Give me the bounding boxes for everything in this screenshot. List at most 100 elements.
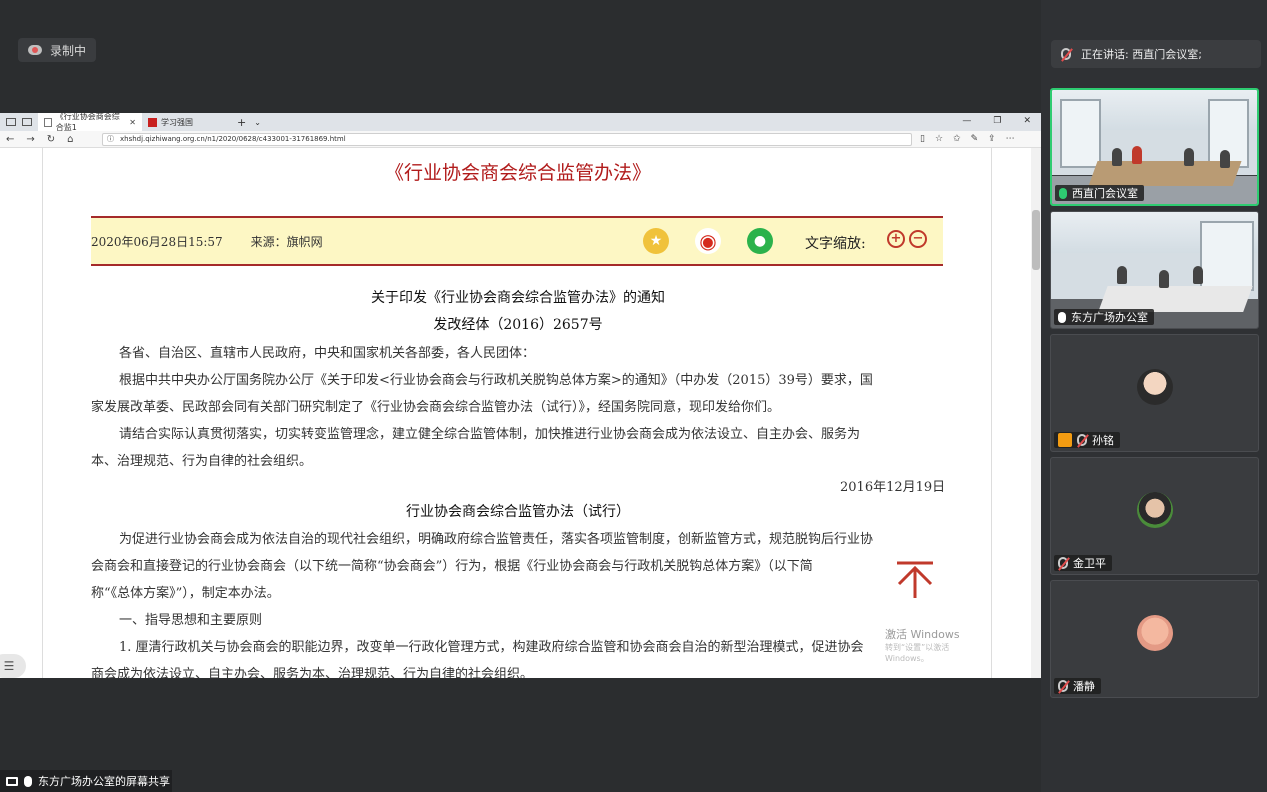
mic-muted-icon xyxy=(1058,680,1068,692)
address-bar: ← → ↻ ⌂ ⓘ xhshdj.qizhiwang.org.cn/n1/202… xyxy=(0,131,1041,148)
xuexi-favicon-icon xyxy=(148,117,157,127)
tab-preview-icon[interactable] xyxy=(22,118,32,126)
sign-date: 2016年12月19日 xyxy=(840,480,946,495)
mic-icon xyxy=(1058,311,1066,323)
reading-view-icon[interactable]: ▯ xyxy=(920,134,925,144)
zoom-out-icon[interactable]: − xyxy=(909,230,927,248)
speaking-indicator: 正在讲话: 西直门会议室; xyxy=(1051,40,1261,68)
favorite-star-icon[interactable]: ★ xyxy=(643,228,669,254)
tab-xuexi[interactable]: 学习强国 xyxy=(142,113,199,131)
paragraph-3b: 本、治理规范、行为自律的社会组织。 xyxy=(91,454,313,469)
tab-bar: 《行业协会商会综合监1 ✕ 学习强国 + ⌄ — ❐ ✕ xyxy=(0,113,1041,132)
participant-name: 东方广场办公室 xyxy=(1071,311,1148,324)
maximize-icon[interactable]: ❐ xyxy=(993,116,1001,126)
recording-label: 录制中 xyxy=(50,43,87,58)
chevron-down-icon[interactable]: ⌄ xyxy=(254,118,261,127)
paragraph-5a: 1. 厘清行政机关与协会商会的职能边界，改变单一行政化管理方式，构建政府综合监管… xyxy=(119,640,864,655)
participant-tile-jinweiping[interactable]: 金卫平 xyxy=(1050,457,1259,575)
browser-tools: ▯ ☆ ✩ ✎ ⇪ ⋯ xyxy=(920,134,1015,144)
participant-panel: 正在讲话: 西直门会议室; 西直门会议室 东方广场办公室 孙铭 金卫平 潘静 xyxy=(1041,0,1267,792)
tab-label: 学习强国 xyxy=(161,117,193,127)
paragraph-4b: 会商会和直接登记的行业协会商会（以下统一简称“协会商会”）行为，根据《行业协会商… xyxy=(91,559,813,574)
home-icon[interactable]: ⌂ xyxy=(67,134,73,145)
new-tab-icon[interactable]: + xyxy=(237,116,246,129)
screen-share-label: 东方广场办公室的屏幕共享 xyxy=(0,770,172,792)
close-tab-icon[interactable]: ✕ xyxy=(129,118,136,127)
notice-number: 发改经体（2016）2657号 xyxy=(433,317,603,333)
paragraph-4a: 为促进行业协会商会成为依法自治的现代社会组织，明确政府综合监管责任，落实各项监管… xyxy=(119,532,874,547)
favorite-star-icon[interactable]: ☆ xyxy=(935,134,943,144)
participant-name: 西直门会议室 xyxy=(1072,187,1138,200)
tab-actions-icon[interactable] xyxy=(6,118,16,126)
back-icon[interactable]: ← xyxy=(6,134,14,145)
shared-browser: 《行业协会商会综合监1 ✕ 学习强国 + ⌄ — ❐ ✕ ← → ↻ ⌂ ⓘ x… xyxy=(0,113,1041,678)
avatar xyxy=(1137,492,1173,528)
article-source: 来源：旗帜网 xyxy=(250,234,323,249)
article-paper: 《行业协会商会综合监管办法》 2020年06月28日15:57 来源：旗帜网 ★… xyxy=(42,148,992,678)
paragraph-5b: 商会成为依法设立、自主办会、服务为本、治理规范、行为自律的社会组织。 xyxy=(91,667,534,678)
share-icon[interactable]: ⇪ xyxy=(988,134,996,144)
avatar xyxy=(1137,369,1173,405)
cloud-record-icon xyxy=(28,45,42,55)
scroll-thumb[interactable] xyxy=(1032,210,1040,270)
publish-date: 2020年06月28日15:57 xyxy=(91,234,223,249)
forward-icon[interactable]: → xyxy=(26,134,34,145)
window-controls: — ❐ ✕ xyxy=(962,116,1031,126)
participant-label: 潘静 xyxy=(1054,678,1101,694)
measure-title: 行业协会商会综合监管办法（试行） xyxy=(406,504,630,520)
participant-name: 潘静 xyxy=(1073,680,1095,693)
avatar xyxy=(1137,615,1173,651)
tab-label: 《行业协会商会综合监1 xyxy=(55,113,120,132)
minimize-icon[interactable]: — xyxy=(962,116,971,126)
webpage: 《行业协会商会综合监管办法》 2020年06月28日15:57 来源：旗帜网 ★… xyxy=(0,148,1041,678)
mic-muted-icon xyxy=(1058,557,1068,569)
mic-active-icon xyxy=(1059,187,1067,199)
speaking-text: 正在讲话: 西直门会议室; xyxy=(1081,48,1202,61)
article-info-bar: 2020年06月28日15:57 来源：旗帜网 ★ ◉ ● 文字缩放: + − xyxy=(91,216,943,266)
page-scrollbar[interactable] xyxy=(1031,148,1041,678)
participant-tile-dongfang[interactable]: 东方广场办公室 xyxy=(1050,211,1259,329)
nav-buttons: ← → ↻ ⌂ xyxy=(6,134,90,145)
windows-activation-watermark: 激活 Windows 转到“设置”以激活 Windows。 xyxy=(885,626,991,664)
participant-name: 孙铭 xyxy=(1092,434,1114,447)
participant-tile-sunming[interactable]: 孙铭 xyxy=(1050,334,1259,452)
user-avatar-icon xyxy=(1058,433,1072,447)
participant-name: 金卫平 xyxy=(1073,557,1106,570)
favorites-icon[interactable]: ✩ xyxy=(953,134,961,144)
watermark-line2: 转到“设置”以激活 Windows。 xyxy=(885,643,950,663)
url-field[interactable]: ⓘ xhshdj.qizhiwang.org.cn/n1/2020/0628/c… xyxy=(102,132,912,146)
paragraph-1: 各省、自治区、直辖市人民政府，中央和国家机关各部委，各人民团体： xyxy=(119,346,536,361)
paragraph-2a: 根据中共中央办公厅国务院办公厅《关于印发<行业协会商会与行政机关脱钩总体方案>的… xyxy=(119,373,873,388)
section-heading-1: 一、指导思想和主要原则 xyxy=(119,613,263,628)
tab-article[interactable]: 《行业协会商会综合监1 ✕ xyxy=(38,113,142,132)
close-icon[interactable]: ✕ xyxy=(1023,116,1031,126)
participant-tile-panjing[interactable]: 潘静 xyxy=(1050,580,1259,698)
zoom-label: 文字缩放: xyxy=(805,236,866,252)
participant-label: 孙铭 xyxy=(1054,432,1120,448)
paragraph-4c: 称“《总体方案》”），制定本办法。 xyxy=(91,586,280,601)
mic-icon xyxy=(24,775,32,787)
refresh-icon[interactable]: ↻ xyxy=(47,134,55,145)
url-text: xhshdj.qizhiwang.org.cn/n1/2020/0628/c43… xyxy=(120,135,346,143)
back-to-top-icon[interactable] xyxy=(895,560,935,600)
screen-share-text: 东方广场办公室的屏幕共享 xyxy=(38,775,170,788)
mic-muted-icon xyxy=(1077,434,1087,446)
more-icon[interactable]: ⋯ xyxy=(1006,134,1015,144)
weibo-icon[interactable]: ◉ xyxy=(695,228,721,254)
info-icon: ⓘ xyxy=(107,135,114,143)
article-title: 《行业协会商会综合监管办法》 xyxy=(384,162,651,184)
screen-share-icon xyxy=(6,776,18,786)
participant-tile-xizhimen[interactable]: 西直门会议室 xyxy=(1050,88,1259,206)
notice-title: 关于印发《行业协会商会综合监管办法》的通知 xyxy=(371,290,665,306)
participant-label: 东方广场办公室 xyxy=(1054,309,1154,325)
list-menu-icon[interactable]: ☰ xyxy=(0,654,26,678)
page-icon xyxy=(44,117,52,127)
participant-label: 金卫平 xyxy=(1054,555,1112,571)
pen-icon[interactable]: ✎ xyxy=(971,134,979,144)
watermark-line1: 激活 Windows xyxy=(885,628,960,641)
paragraph-2b: 家发展改革委、民政部会同有关部门研究制定了《行业协会商会综合监管办法（试行）》，… xyxy=(91,400,781,415)
wechat-icon[interactable]: ● xyxy=(747,228,773,254)
mic-muted-icon xyxy=(1061,48,1071,60)
recording-badge[interactable]: 录制中 xyxy=(18,38,97,62)
zoom-in-icon[interactable]: + xyxy=(887,230,905,248)
